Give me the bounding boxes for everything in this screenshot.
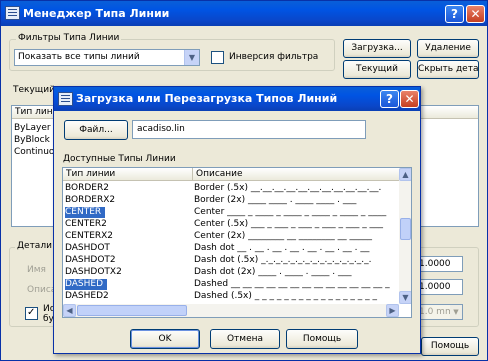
linetype-description: Dash dot (.5x) _._._._._._._._._._._._._… [194,255,372,265]
linetype-description: Border (.5x) __.__.__.__.__.__.__.__.__.… [194,183,382,193]
global-scale-field[interactable]: 1.0000 [415,256,463,272]
linetype-name: DASHED [65,279,108,290]
main-close-icon[interactable]: ✕ [466,5,485,23]
current-label: Текущий [13,85,55,95]
file-button[interactable]: Файл... [64,120,128,140]
dialog-help-button[interactable]: Помощь [286,329,358,349]
horizontal-scrollbar[interactable]: ◀ ▶ [63,304,399,317]
linetype-description: Dashed __ __ __ __ __ __ __ __ __ __ __ … [194,279,390,289]
linetype-name: BORDER2 [65,183,109,193]
list-item[interactable]: ByBlock [14,135,50,146]
dialog-close-icon[interactable]: ✕ [400,90,419,108]
linetype-description: Center (2x) ________ __ ________ __ ____… [194,231,373,241]
horizontal-scroll-thumb[interactable] [77,305,187,316]
filter-select[interactable]: Показать все типы линий ▼ [14,49,200,66]
chevron-down-icon[interactable]: ▼ [450,305,462,319]
iso-pen-width-value: 1.0 mm [419,307,454,317]
main-help-icon[interactable]: ? [445,5,464,23]
scroll-up-icon[interactable]: ▲ [399,168,411,181]
scroll-thumb[interactable] [400,218,411,240]
linetype-description: Dash dot __ . __ . __ . __ . __ . __ . _… [194,243,370,253]
chevron-down-icon[interactable]: ▼ [184,50,199,65]
linetype-row[interactable]: CENTER2 Center (.5x) ___ _ ___ _ ___ _ __… [63,219,399,230]
available-linetypes-list[interactable]: Тип линии Описание BORDER2 Border (.5x) _… [62,167,412,318]
linetype-name: CENTER [65,207,106,218]
current-button[interactable]: Текущий [343,60,411,79]
delete-button[interactable]: Удаление [417,39,479,58]
linetype-row[interactable]: CENTERX2 Center (2x) ________ __ ________… [63,231,399,242]
available-linetypes-label: Доступные Типы Линии [63,154,176,164]
checkmark-icon: ✓ [27,307,36,318]
app-icon [5,6,20,20]
scroll-down-icon[interactable]: ▼ [399,291,411,304]
linetype-name: CENTER2 [65,219,107,229]
linetype-row[interactable]: BORDER2 Border (.5x) __.__.__.__.__.__.__… [63,183,399,194]
object-scale-field[interactable]: 1.0000 [415,279,463,295]
linetype-name: DASHDOT2 [65,255,116,265]
invert-filter-checkbox[interactable] [211,51,224,64]
iso-pen-width-select[interactable]: 1.0 mm ▼ [415,304,463,320]
linetype-name: DASHDOTX2 [65,267,122,277]
scroll-right-icon[interactable]: ▶ [386,304,399,317]
dialog-titlebar[interactable]: Загрузка или Перезагрузка Типов Линий ? … [54,87,420,111]
linetype-row[interactable]: DASHDOT2 Dash dot (.5x) _._._._._._._._._… [63,255,399,266]
filter-group-label: Фильтры Типа Линии [16,33,122,43]
linetype-description: Center ____ _ ____ _ ____ _ ____ _ ____ … [194,207,387,217]
linetype-row[interactable]: BORDERX2 Border (2x) ____ ____ . ____ ___… [63,195,399,206]
load-linetypes-dialog: Загрузка или Перезагрузка Типов Линий ? … [53,86,421,354]
name-label: Имя [27,265,46,275]
main-titlebar[interactable]: Менеджер Типа Линии ? ✕ [1,1,487,26]
linetype-description: Dashed (.5x) _ _ _ _ _ _ _ _ _ _ _ _ _ _… [194,291,378,301]
linetype-name: BORDERX2 [65,195,116,205]
linetype-row[interactable]: DASHED2 Dashed (.5x) _ _ _ _ _ _ _ _ _ _ … [63,291,399,302]
cancel-button[interactable]: Отмена [210,329,280,349]
linetype-description: Dash dot (2x) ____ . ____ . ____ . ___ [194,267,352,277]
file-name-field[interactable]: acadiso.lin [132,120,366,139]
filter-select-value: Показать все типы линий [18,52,140,62]
details-label: Детали [15,241,54,251]
linetype-description: Border (2x) ____ ____ . ____ ____ . ___ [194,195,357,205]
main-help-button[interactable]: Помощь [421,337,479,356]
main-window-title: Менеджер Типа Линии [23,7,170,20]
load-button[interactable]: Загрузка... [343,39,411,58]
linetype-row[interactable]: CENTER Center ____ _ ____ _ ____ _ ____ _… [63,207,399,218]
linetype-name: DASHDOT [65,243,110,253]
column-header-description[interactable]: Описание [192,168,399,181]
linetype-row[interactable]: DASHDOTX2 Dash dot (2x) ____ . ____ . ___… [63,267,399,278]
dialog-help-icon[interactable]: ? [380,90,399,108]
column-header-linetype[interactable]: Тип линии [63,168,192,181]
linetype-name: CENTERX2 [65,231,114,241]
dialog-app-icon [58,92,73,106]
linetype-name: DASHED2 [65,291,109,301]
ok-button[interactable]: OK [130,329,200,349]
linetype-description: Center (.5x) ___ _ ___ _ ___ _ ___ _ ___… [194,219,384,229]
scroll-left-icon[interactable]: ◀ [63,304,76,317]
dialog-title: Загрузка или Перезагрузка Типов Линий [76,92,338,105]
vertical-scrollbar[interactable]: ▲ ▼ [399,168,411,304]
hide-details-button[interactable]: Скрыть детали [417,60,479,79]
linetype-row[interactable]: DASHDOT Dash dot __ . __ . __ . __ . __ .… [63,243,399,254]
desc-label: Описа [27,285,57,295]
invert-filter-label: Инверсия фильтра [229,52,319,62]
linetype-row[interactable]: DASHED Dashed __ __ __ __ __ __ __ __ __ … [63,279,399,290]
list-item[interactable]: ByLayer [14,123,51,134]
